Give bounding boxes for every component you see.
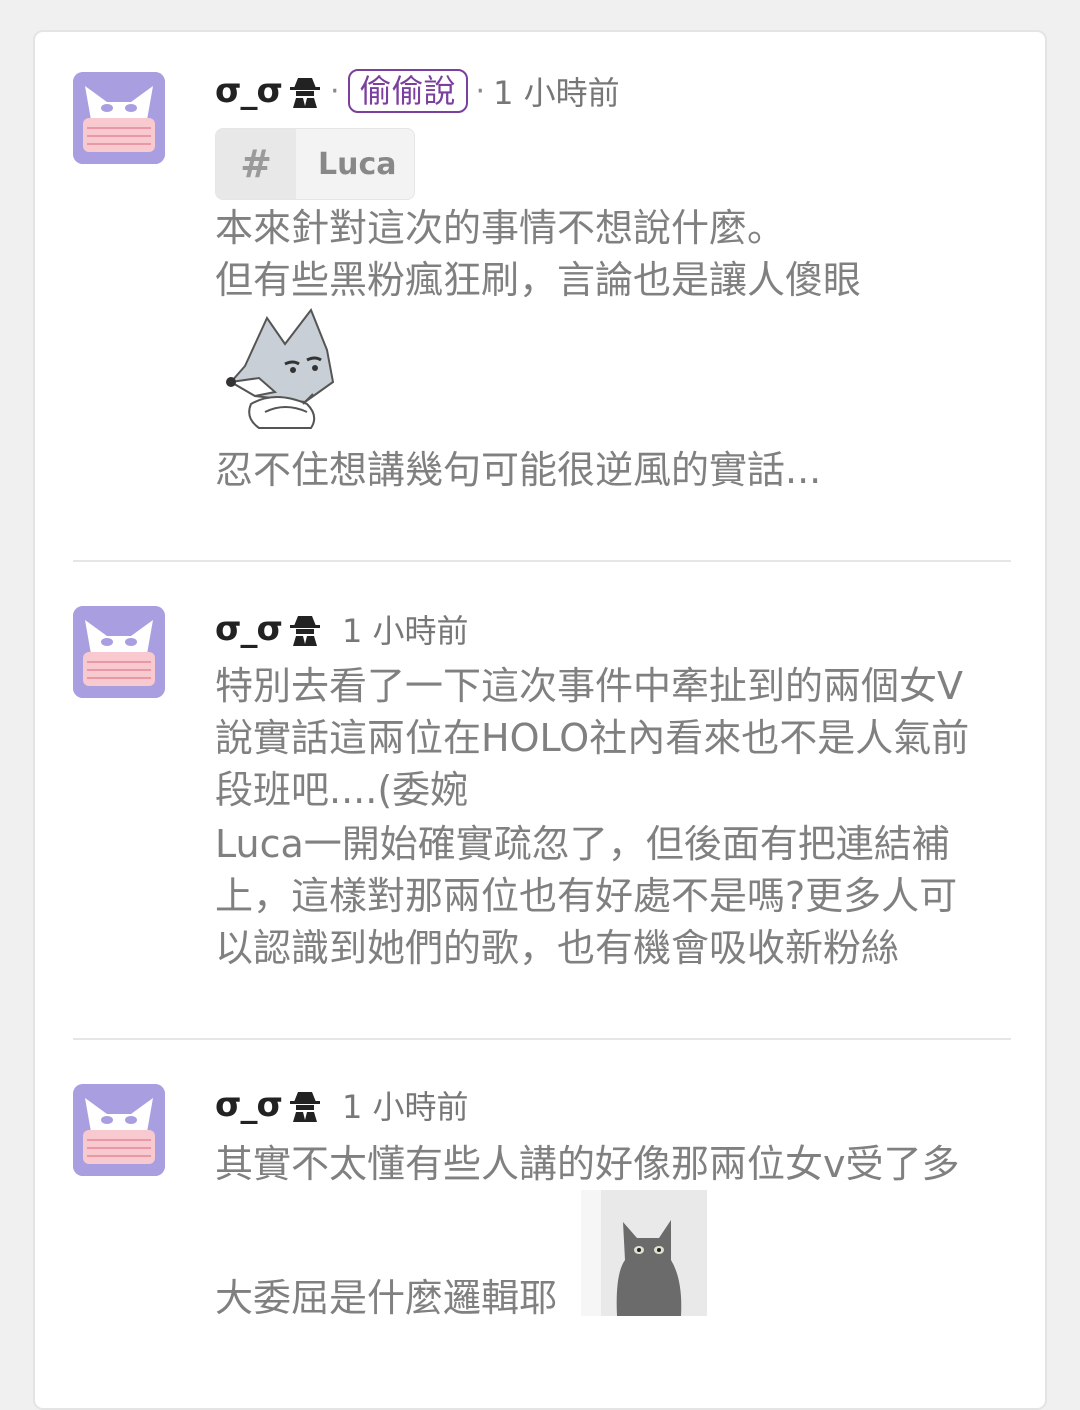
timestamp: 1 小時前 — [493, 74, 620, 112]
divider — [73, 560, 1011, 562]
mask-avatar-icon — [73, 606, 165, 698]
comment-card: σ_σ · 偷偷說 · 1 小時前 # Luca 本來針對這次的事情不想說什麼。… — [33, 30, 1047, 1410]
tag-label: Luca — [318, 146, 397, 182]
spy-icon — [289, 616, 320, 646]
mask-avatar-icon — [73, 1084, 165, 1176]
avatar[interactable] — [73, 72, 165, 164]
username[interactable]: σ_σ — [215, 609, 283, 649]
timestamp: 1 小時前 — [341, 612, 469, 650]
spy-icon — [289, 1092, 320, 1122]
black-cat-sticker — [581, 1190, 707, 1316]
mask-avatar-icon — [73, 72, 165, 164]
separator-dot: · — [329, 73, 340, 109]
comment-text-line: 以認識到她們的歌，也有機會吸收新粉絲 — [215, 926, 900, 970]
spy-icon — [289, 78, 320, 108]
secret-badge[interactable]: 偷偷說 — [347, 69, 468, 113]
comment-text-line: Luca一開始確實疏忽了，但後面有把連結補 — [215, 822, 950, 866]
username[interactable]: σ_σ — [215, 71, 283, 111]
avatar[interactable] — [73, 606, 165, 698]
topic-tag[interactable]: # Luca — [215, 128, 415, 200]
comment-text-line: 說實話這兩位在HOLO社內看來也不是人氣前 — [215, 716, 970, 760]
separator-dot: · — [475, 73, 486, 109]
post-meta: σ_σ 1 小時前 — [215, 606, 469, 652]
comment-text-line: 特別去看了一下這次事件中牽扯到的兩個女V — [215, 664, 963, 708]
post-meta: σ_σ 1 小時前 — [215, 1082, 469, 1128]
comment-text-line: 上，這樣對那兩位也有好處不是嗎?更多人可 — [215, 874, 958, 918]
comment-text-line: 其實不太懂有些人講的好像那兩位女v受了多 — [215, 1142, 960, 1186]
comment-text-line: 段班吧....(委婉 — [215, 768, 469, 812]
username[interactable]: σ_σ — [215, 1085, 283, 1125]
avatar[interactable] — [73, 1084, 165, 1176]
divider — [73, 1038, 1011, 1040]
comment-text-line: 本來針對這次的事情不想說什麼。 — [215, 206, 786, 250]
timestamp: 1 小時前 — [341, 1088, 469, 1126]
comment-text-line: 忍不住想講幾句可能很逆風的實話... — [215, 448, 822, 492]
comment-text-line: 但有些黑粉瘋狂刷，言論也是讓人傻眼 — [215, 258, 862, 302]
hash-icon: # — [216, 129, 296, 199]
fox-arms-crossed-sticker — [215, 304, 355, 436]
comment-text-line: 大委屈是什麼邏輯耶 — [215, 1276, 558, 1320]
post-meta: σ_σ · 偷偷說 · 1 小時前 — [215, 68, 620, 114]
